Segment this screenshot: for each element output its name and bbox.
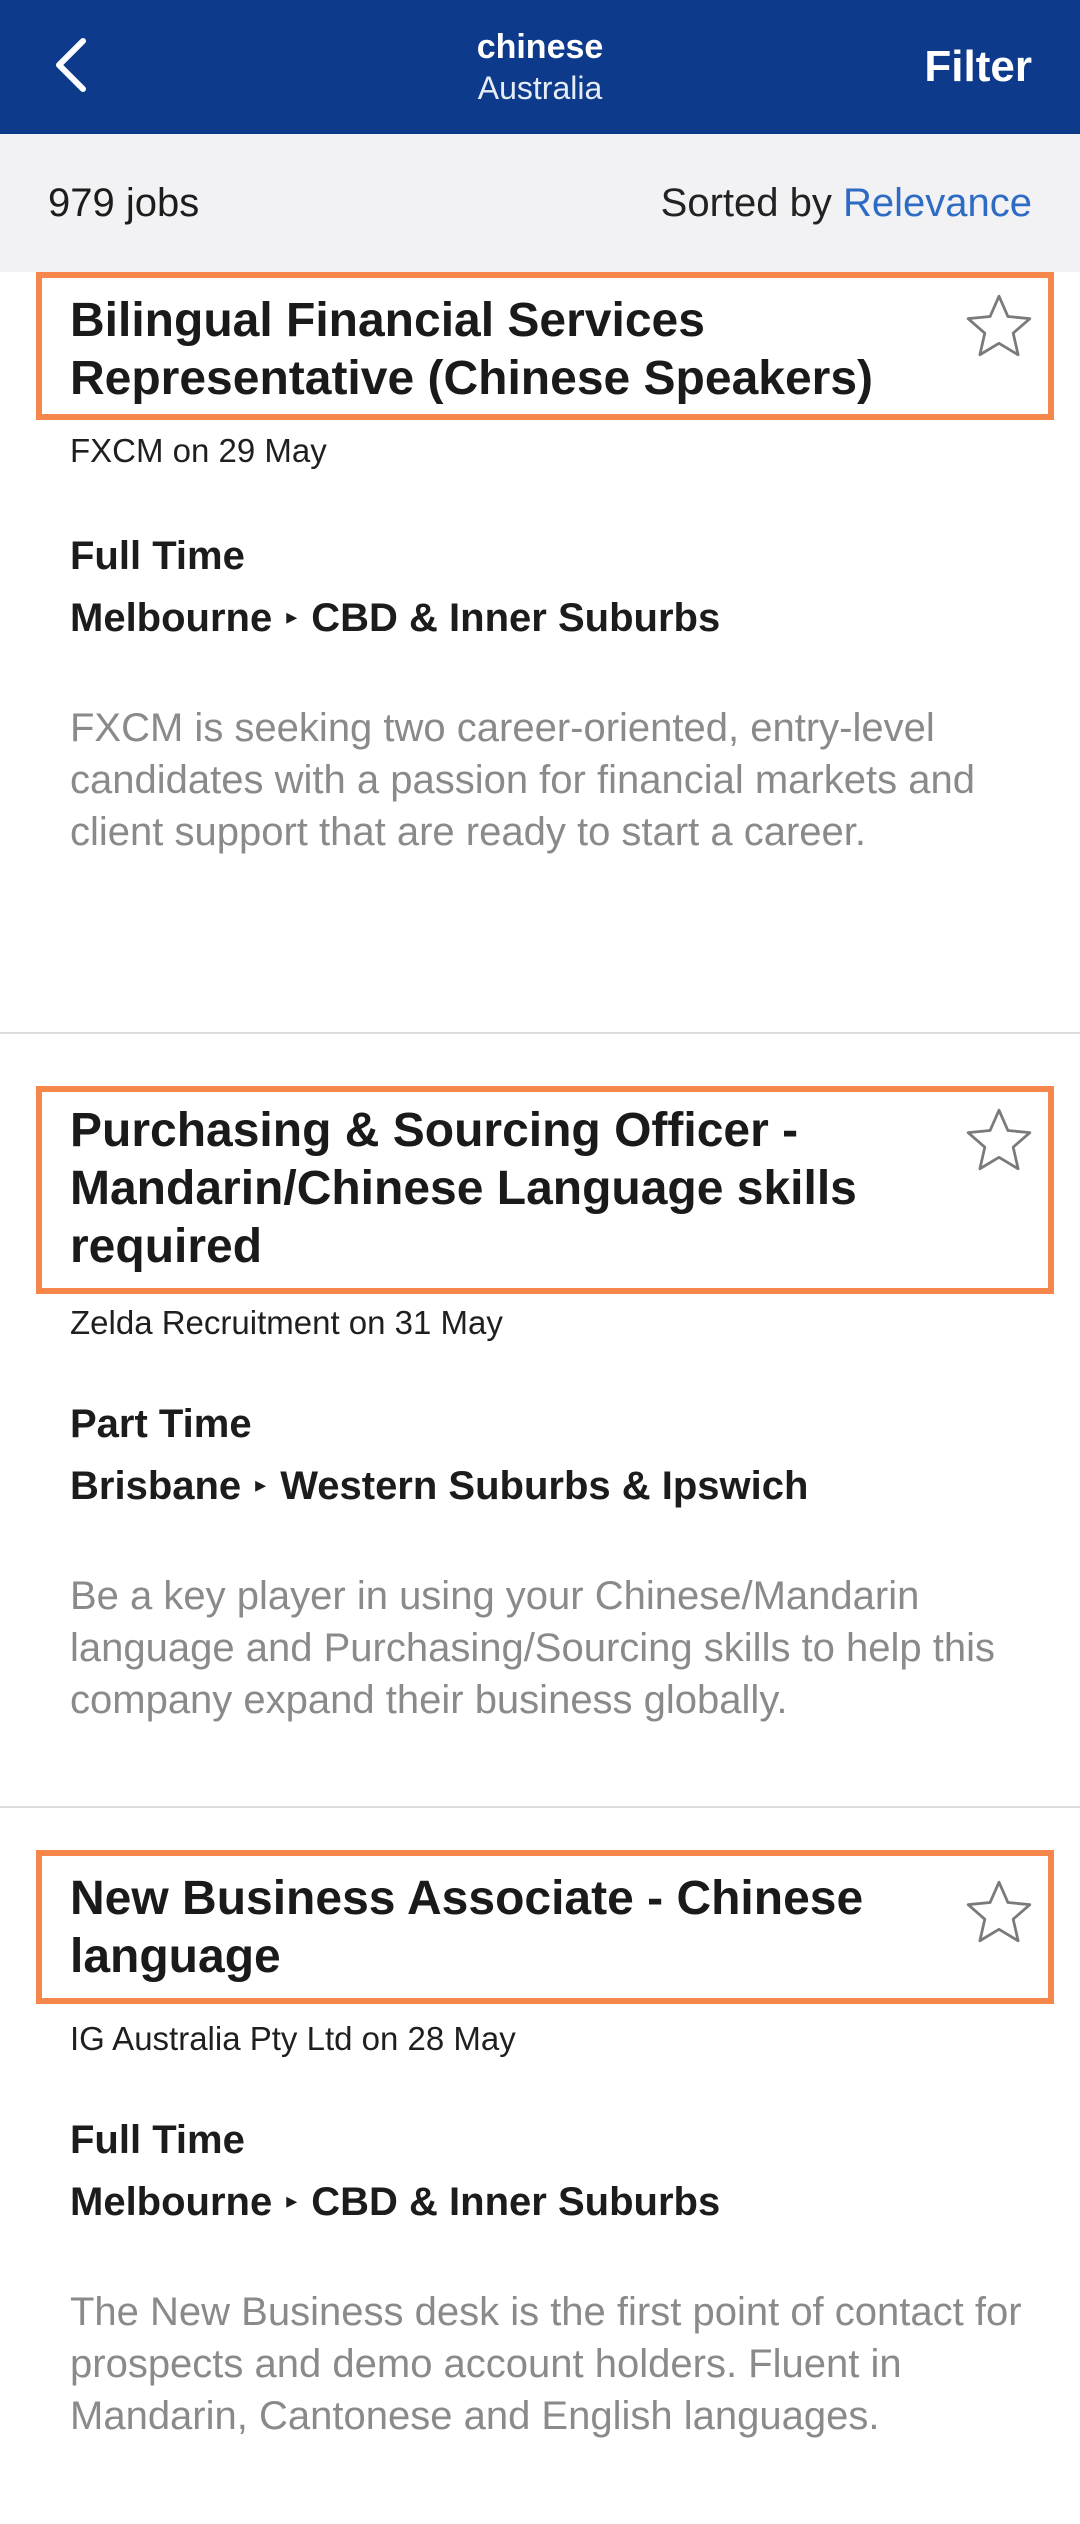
- job-city: Brisbane: [70, 1464, 242, 1508]
- divider: [0, 1032, 1080, 1034]
- job-title[interactable]: Purchasing & Sourcing Officer - Mandarin…: [70, 1102, 930, 1276]
- job-work-type: Full Time: [70, 534, 245, 578]
- navigation-bar: chinese Australia Filter: [0, 0, 1080, 134]
- back-button[interactable]: [36, 30, 106, 100]
- job-city: Melbourne: [70, 2180, 273, 2224]
- job-work-type: Part Time: [70, 1402, 252, 1446]
- job-city: Melbourne: [70, 596, 273, 640]
- job-title[interactable]: New Business Associate - Chinese languag…: [70, 1870, 930, 1986]
- job-card[interactable]: Purchasing & Sourcing Officer - Mandarin…: [0, 1086, 1080, 1806]
- chevron-left-icon: [56, 38, 86, 92]
- sort-info: Sorted by Relevance: [661, 181, 1032, 226]
- job-card[interactable]: New Business Associate - Chinese languag…: [0, 1850, 1080, 2524]
- caret-right-icon: ▸: [286, 604, 298, 630]
- job-location: Brisbane ▸ Western Suburbs & Ipswich: [70, 1464, 808, 1509]
- star-outline-icon[interactable]: [962, 1876, 1036, 1950]
- job-description: FXCM is seeking two career-oriented, ent…: [70, 706, 975, 854]
- job-area: Western Suburbs & Ipswich: [280, 1464, 809, 1508]
- job-description: Be a key player in using your Chinese/Ma…: [70, 1574, 996, 1722]
- star-outline-icon[interactable]: [962, 1104, 1036, 1178]
- sort-option-link[interactable]: Relevance: [843, 181, 1032, 225]
- job-area: CBD & Inner Suburbs: [311, 2180, 721, 2224]
- caret-right-icon: ▸: [255, 1472, 267, 1498]
- job-location: Melbourne ▸ CBD & Inner Suburbs: [70, 596, 720, 641]
- job-company-date: Zelda Recruitment on 31 May: [70, 1304, 503, 1341]
- job-work-type: Full Time: [70, 2118, 245, 2162]
- search-location: Australia: [477, 70, 603, 106]
- job-title[interactable]: Bilingual Financial Services Representat…: [70, 292, 930, 408]
- job-area: CBD & Inner Suburbs: [311, 596, 721, 640]
- job-company-date: IG Australia Pty Ltd on 28 May: [70, 2020, 516, 2057]
- filter-button[interactable]: Filter: [924, 40, 1032, 94]
- search-summary-title: chinese Australia: [0, 26, 1080, 108]
- job-count: 979 jobs: [48, 180, 200, 225]
- star-outline-icon[interactable]: [962, 290, 1036, 364]
- results-summary-bar: 979 jobs Sorted by Relevance: [0, 134, 1080, 272]
- job-location: Melbourne ▸ CBD & Inner Suburbs: [70, 2180, 720, 2225]
- job-description: The New Business desk is the first point…: [70, 2290, 1022, 2438]
- job-card[interactable]: Bilingual Financial Services Representat…: [0, 272, 1080, 1032]
- caret-right-icon: ▸: [286, 2188, 298, 2214]
- divider: [0, 1806, 1080, 1808]
- search-query: chinese: [476, 28, 604, 66]
- job-company-date: FXCM on 29 May: [70, 432, 327, 469]
- sort-label: Sorted by: [660, 180, 832, 225]
